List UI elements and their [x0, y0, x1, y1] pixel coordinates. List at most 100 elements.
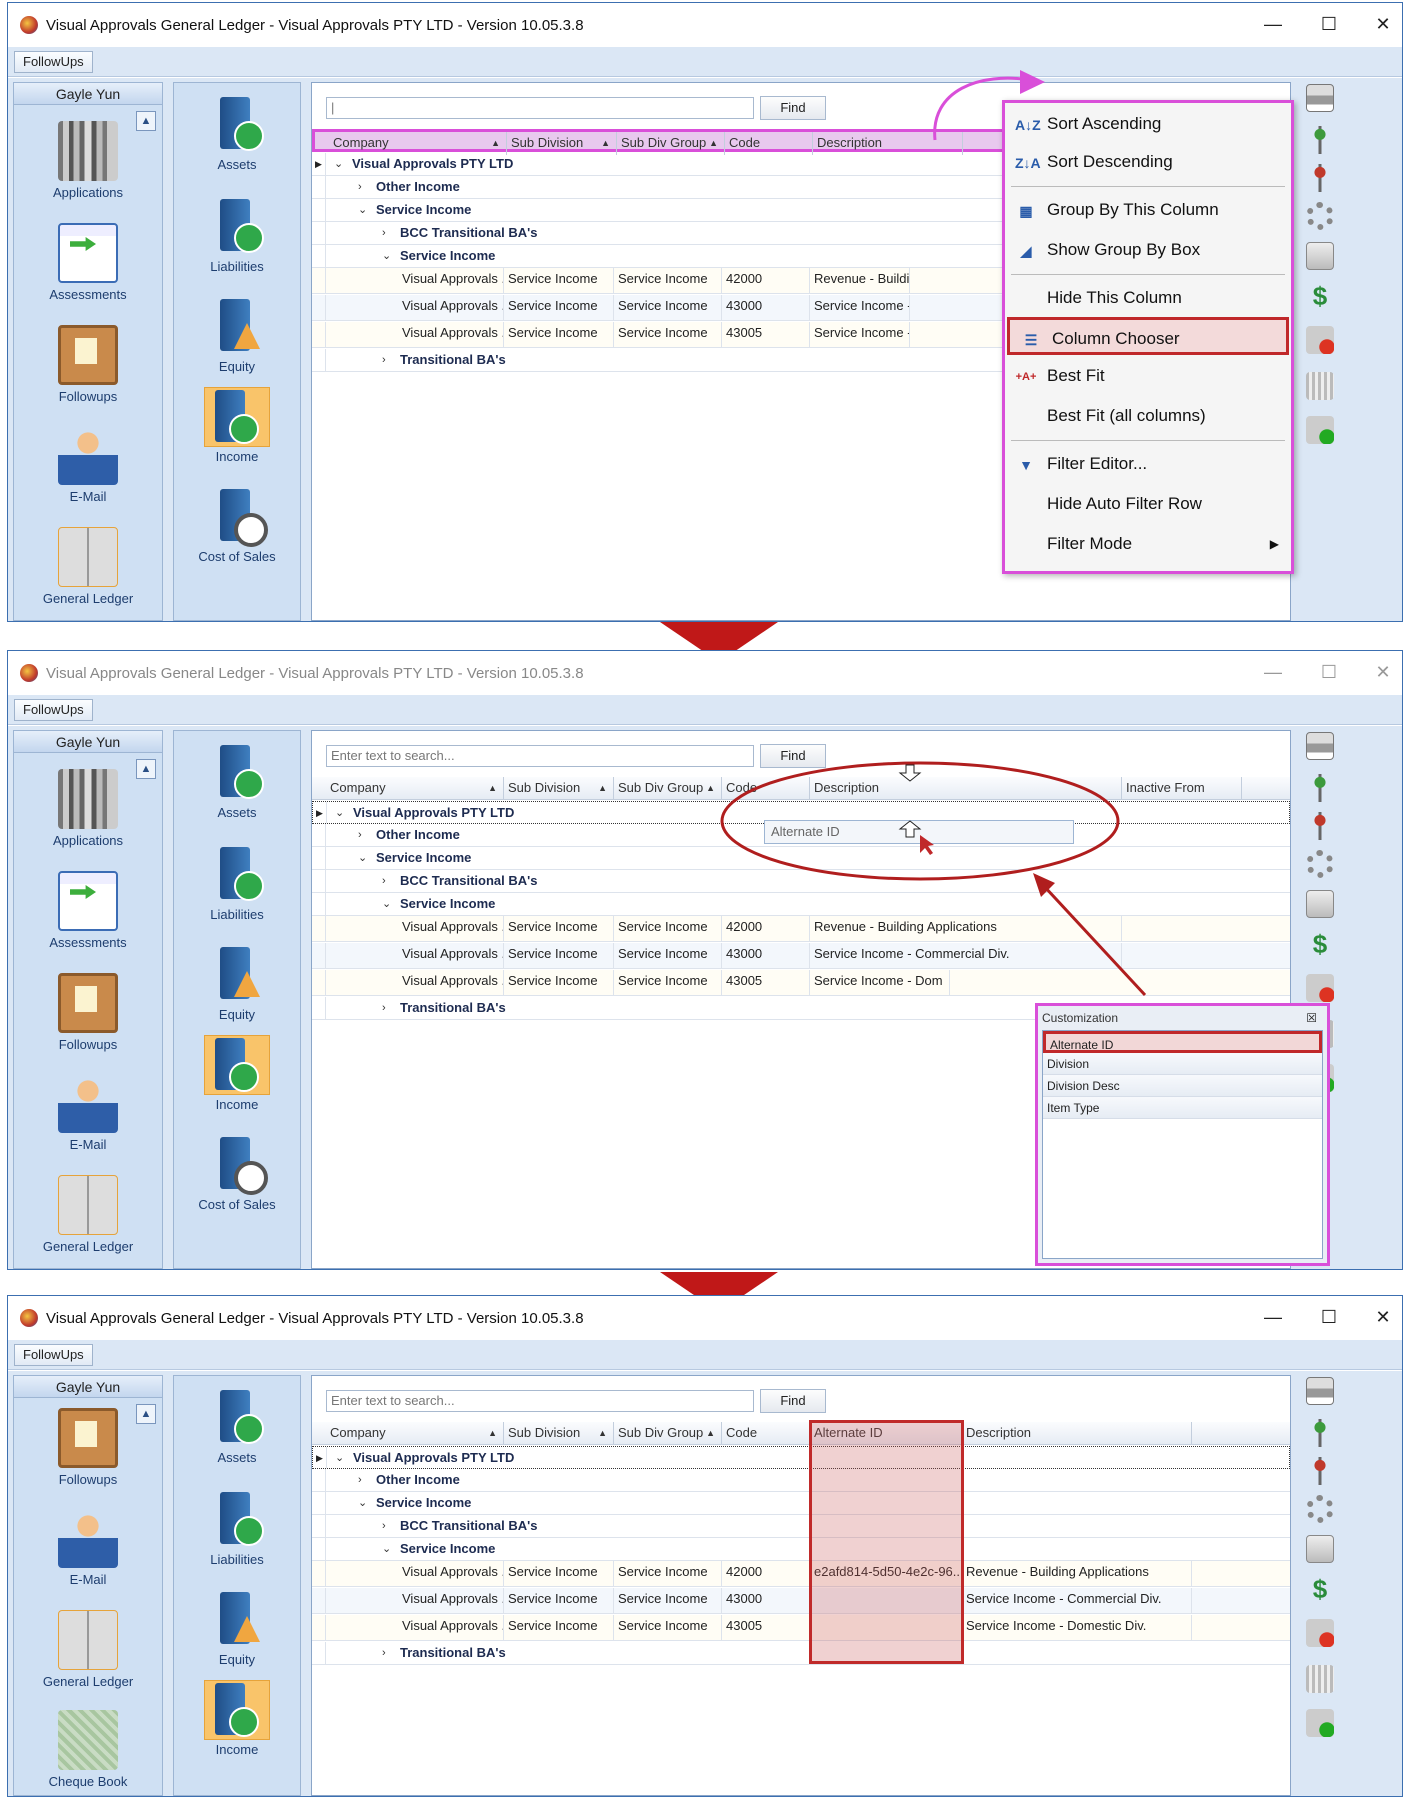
chevron-right-icon[interactable]: ›: [382, 1642, 394, 1664]
nav-item-cheque-book[interactable]: Cheque Book: [14, 1702, 162, 1796]
chevron-right-icon[interactable]: ›: [382, 997, 394, 1019]
nav-item-email[interactable]: E-Mail: [14, 417, 162, 517]
nav-item-email[interactable]: E-Mail: [14, 1065, 162, 1165]
find-button[interactable]: Find: [760, 1389, 826, 1413]
column-header-code[interactable]: Code: [722, 1422, 810, 1445]
minimize-button[interactable]: —: [1258, 11, 1288, 37]
chevron-down-icon[interactable]: ⌄: [335, 1447, 347, 1469]
followups-button[interactable]: FollowUps: [14, 51, 93, 73]
column-header-sub-division[interactable]: Sub Division ▲: [507, 132, 617, 155]
list-item-item-type[interactable]: Item Type: [1043, 1097, 1322, 1119]
chevron-down-icon[interactable]: ⌄: [358, 199, 370, 221]
add-icon[interactable]: [1306, 1709, 1334, 1737]
group-row-transitional[interactable]: › Transitional BA's: [312, 1642, 1290, 1665]
menu-item-group-by-column[interactable]: ▦ Group By This Column: [1005, 191, 1291, 229]
category-income[interactable]: Income: [174, 381, 300, 477]
chevron-right-icon[interactable]: ›: [358, 176, 370, 198]
category-cost-of-sales[interactable]: Cost of Sales: [174, 481, 300, 577]
delete-icon[interactable]: [1306, 326, 1334, 354]
close-icon[interactable]: ☒: [1306, 1006, 1317, 1030]
category-assets[interactable]: Assets: [174, 737, 300, 833]
menu-item-best-fit-all[interactable]: Best Fit (all columns): [1005, 397, 1291, 435]
minimize-button[interactable]: —: [1258, 1304, 1288, 1330]
search-input[interactable]: Enter text to search...: [326, 745, 754, 767]
delete-icon[interactable]: [1306, 1619, 1334, 1647]
pin-add-icon[interactable]: [1306, 126, 1334, 154]
column-header-sub-division[interactable]: Sub Division ▲: [504, 777, 614, 800]
document-add-icon[interactable]: [1306, 242, 1334, 270]
dollar-info-icon[interactable]: $: [1306, 282, 1334, 310]
menu-item-sort-descending[interactable]: Z↓A Sort Descending: [1005, 143, 1291, 181]
table-row[interactable]: Visual Approvals ... Service Income Servic…: [312, 1588, 1290, 1614]
group-row-other-income[interactable]: › Other Income: [312, 1469, 1290, 1492]
pin-add-icon[interactable]: [1306, 1419, 1334, 1447]
chevron-down-icon[interactable]: ⌄: [358, 847, 370, 869]
list-item-alternate-id[interactable]: Alternate ID: [1043, 1031, 1322, 1053]
list-item-division[interactable]: Division: [1043, 1053, 1322, 1075]
chevron-right-icon[interactable]: ›: [382, 349, 394, 371]
chevron-down-icon[interactable]: ⌄: [382, 1538, 394, 1560]
category-cost-of-sales[interactable]: Cost of Sales: [174, 1129, 300, 1225]
group-row-service-income-sub[interactable]: ⌄ Service Income: [312, 1538, 1290, 1561]
nav-item-followups[interactable]: Followups: [14, 1400, 162, 1500]
camera-icon[interactable]: [1306, 372, 1334, 400]
column-header-company[interactable]: Company ▲: [329, 132, 507, 155]
column-header-sub-div-group[interactable]: Sub Div Group ▲: [617, 132, 725, 155]
chevron-down-icon[interactable]: ⌄: [382, 893, 394, 915]
nav-item-general-ledger[interactable]: General Ledger: [14, 519, 162, 619]
list-item-division-desc[interactable]: Division Desc: [1043, 1075, 1322, 1097]
chevron-down-icon[interactable]: ⌄: [358, 1492, 370, 1514]
printer-icon[interactable]: [1306, 84, 1334, 112]
document-add-icon[interactable]: [1306, 1535, 1334, 1563]
category-equity[interactable]: Equity: [174, 291, 300, 387]
nav-item-applications[interactable]: Applications: [14, 113, 162, 213]
chevron-down-icon[interactable]: ⌄: [335, 802, 347, 824]
chevron-right-icon[interactable]: ›: [382, 222, 394, 244]
category-income[interactable]: Income: [174, 1674, 300, 1770]
category-equity[interactable]: Equity: [174, 1584, 300, 1680]
menu-item-column-chooser[interactable]: ☰ Column Chooser: [1007, 317, 1289, 355]
find-button[interactable]: Find: [760, 96, 826, 120]
column-header-company[interactable]: Company ▲: [326, 1422, 504, 1445]
camera-icon[interactable]: [1306, 1665, 1334, 1693]
search-input[interactable]: Enter text to search...: [326, 1390, 754, 1412]
menu-item-hide-column[interactable]: Hide This Column: [1005, 279, 1291, 317]
chevron-right-icon[interactable]: ›: [382, 1515, 394, 1537]
close-button[interactable]: ✕: [1368, 11, 1398, 37]
nav-item-followups[interactable]: Followups: [14, 965, 162, 1065]
menu-item-filter-mode[interactable]: Filter Mode ▶: [1005, 525, 1291, 563]
maximize-button[interactable]: ☐: [1314, 11, 1344, 37]
nav-item-followups[interactable]: Followups: [14, 317, 162, 417]
menu-item-hide-auto-filter-row[interactable]: Hide Auto Filter Row: [1005, 485, 1291, 523]
category-liabilities[interactable]: Liabilities: [174, 191, 300, 287]
chevron-down-icon[interactable]: ⌄: [382, 245, 394, 267]
column-header-sub-div-group[interactable]: Sub Div Group ▲: [614, 1422, 722, 1445]
nav-item-applications[interactable]: Applications: [14, 761, 162, 861]
table-row[interactable]: Visual Approvals ... Service Income Servic…: [312, 1615, 1290, 1641]
column-header-code[interactable]: Code: [725, 132, 813, 155]
menu-item-sort-ascending[interactable]: A↓Z Sort Ascending: [1005, 105, 1291, 143]
category-assets[interactable]: Assets: [174, 89, 300, 185]
nav-item-assessments[interactable]: Assessments: [14, 863, 162, 963]
dollar-info-icon[interactable]: $: [1306, 1575, 1334, 1603]
category-liabilities[interactable]: Liabilities: [174, 839, 300, 935]
nav-item-general-ledger[interactable]: General Ledger: [14, 1602, 162, 1702]
followups-button[interactable]: FollowUps: [14, 699, 93, 721]
column-header-sub-div-group[interactable]: Sub Div Group ▲: [614, 777, 722, 800]
column-header-sub-division[interactable]: Sub Division ▲: [504, 1422, 614, 1445]
close-button[interactable]: ✕: [1368, 659, 1398, 685]
group-row-company[interactable]: ▶ ⌄ Visual Approvals PTY LTD: [312, 1446, 1290, 1469]
close-button[interactable]: ✕: [1368, 1304, 1398, 1330]
group-row-bcc[interactable]: › BCC Transitional BA's: [312, 1515, 1290, 1538]
gear-icon[interactable]: [1306, 1495, 1334, 1523]
pin-remove-icon[interactable]: [1306, 1457, 1334, 1485]
chevron-down-icon[interactable]: ⌄: [334, 153, 346, 175]
category-income[interactable]: Income: [174, 1029, 300, 1125]
table-row[interactable]: Visual Approvals ... Service Income Servic…: [312, 1561, 1290, 1587]
category-equity[interactable]: Equity: [174, 939, 300, 1035]
maximize-button[interactable]: ☐: [1314, 659, 1344, 685]
column-header-company[interactable]: Company ▲: [326, 777, 504, 800]
menu-item-best-fit[interactable]: +A+ Best Fit: [1005, 357, 1291, 395]
nav-item-assessments[interactable]: Assessments: [14, 215, 162, 315]
nav-item-general-ledger[interactable]: General Ledger: [14, 1167, 162, 1267]
